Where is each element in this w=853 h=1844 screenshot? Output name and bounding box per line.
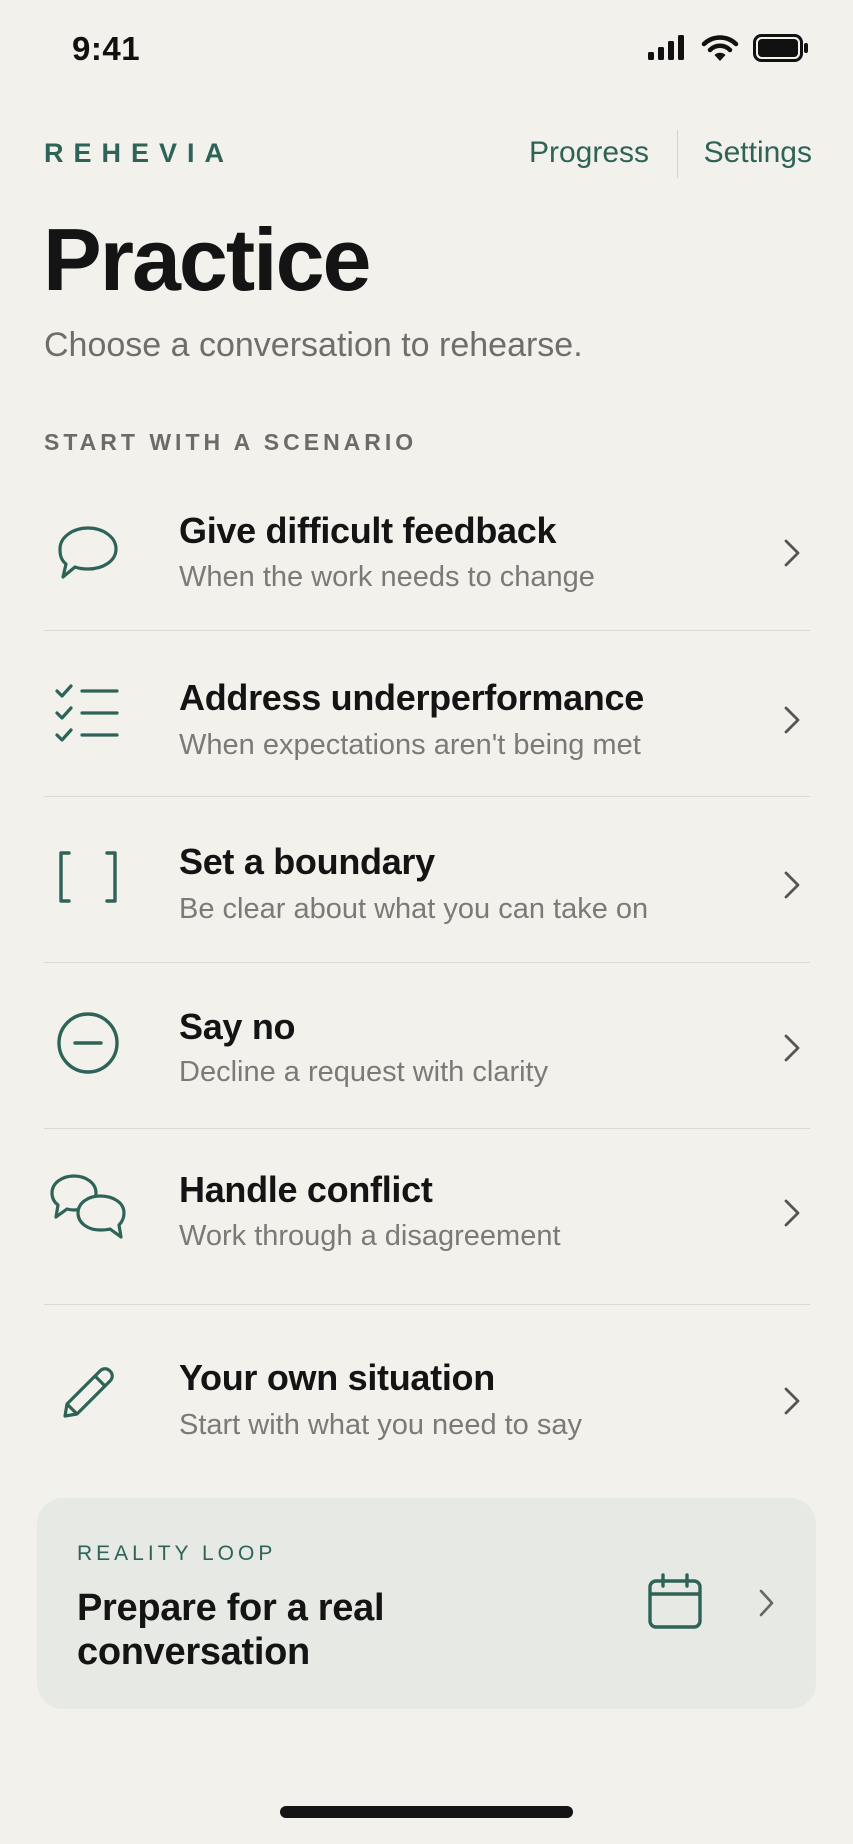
scenario-description: Be clear about what you can take on — [179, 893, 649, 925]
battery-icon — [753, 34, 808, 62]
signal-icon — [648, 35, 684, 60]
pencil-icon — [52, 1357, 124, 1429]
top-nav: REHEVIA Progress Settings — [0, 120, 853, 190]
scenario-handle-conflict[interactable]: Handle conflict Work through a disagreem… — [44, 1129, 810, 1305]
scenario-your-own-situation[interactable]: Your own situation Start with what you n… — [44, 1305, 810, 1480]
scenario-give-difficult-feedback[interactable]: Give difficult feedback When the work ne… — [44, 485, 810, 631]
page-subtitle: Choose a conversation to rehearse. — [44, 326, 583, 364]
wifi-icon — [701, 35, 739, 61]
speech-bubble-icon — [52, 517, 124, 589]
chevron-right-icon — [784, 1199, 800, 1227]
status-time: 9:41 — [72, 30, 141, 67]
scenario-title: Say no — [179, 1006, 296, 1047]
home-indicator — [280, 1806, 573, 1818]
scenario-title: Give difficult feedback — [179, 510, 557, 551]
calendar-icon — [648, 1573, 702, 1629]
scenario-title: Address underperformance — [179, 677, 644, 718]
scenario-title: Handle conflict — [179, 1169, 433, 1210]
minus-circle-icon — [52, 1007, 124, 1079]
page-title: Practice — [43, 210, 371, 309]
chevron-right-icon — [784, 871, 800, 899]
progress-link[interactable]: Progress — [529, 136, 649, 170]
brackets-icon — [52, 841, 124, 913]
two-speech-bubbles-icon — [48, 1171, 128, 1243]
scenario-description: When expectations aren't being met — [179, 729, 641, 761]
nav-divider — [677, 130, 678, 178]
brand-logo: REHEVIA — [44, 138, 235, 168]
reality-loop-label: REALITY LOOP — [77, 1542, 277, 1565]
scenario-description: Start with what you need to say — [179, 1409, 582, 1441]
chevron-right-icon — [784, 706, 800, 734]
settings-link[interactable]: Settings — [704, 136, 812, 170]
reality-loop-title: Prepare for a real conversation — [77, 1587, 385, 1673]
status-icons — [647, 34, 809, 62]
scenario-set-a-boundary[interactable]: Set a boundary Be clear about what you c… — [44, 797, 810, 963]
scenario-list: Give difficult feedback When the work ne… — [44, 485, 810, 1480]
scenario-address-underperformance[interactable]: Address underperformance When expectatio… — [44, 631, 810, 797]
checklist-icon — [52, 678, 124, 750]
section-label: START WITH A SCENARIO — [44, 429, 418, 455]
chevron-right-icon — [784, 1034, 800, 1062]
scenario-description: Decline a request with clarity — [179, 1056, 549, 1088]
scenario-title: Your own situation — [179, 1357, 495, 1398]
scenario-description: When the work needs to change — [179, 561, 595, 593]
chevron-right-icon — [784, 1387, 800, 1415]
chevron-right-icon — [759, 1589, 774, 1617]
scenario-description: Work through a disagreement — [179, 1220, 561, 1252]
scenario-title: Set a boundary — [179, 841, 435, 882]
reality-loop-card[interactable]: REALITY LOOP Prepare for a real conversa… — [37, 1498, 816, 1709]
scenario-say-no[interactable]: Say no Decline a request with clarity — [44, 963, 810, 1129]
status-bar: 9:41 — [0, 0, 853, 104]
chevron-right-icon — [784, 539, 800, 567]
